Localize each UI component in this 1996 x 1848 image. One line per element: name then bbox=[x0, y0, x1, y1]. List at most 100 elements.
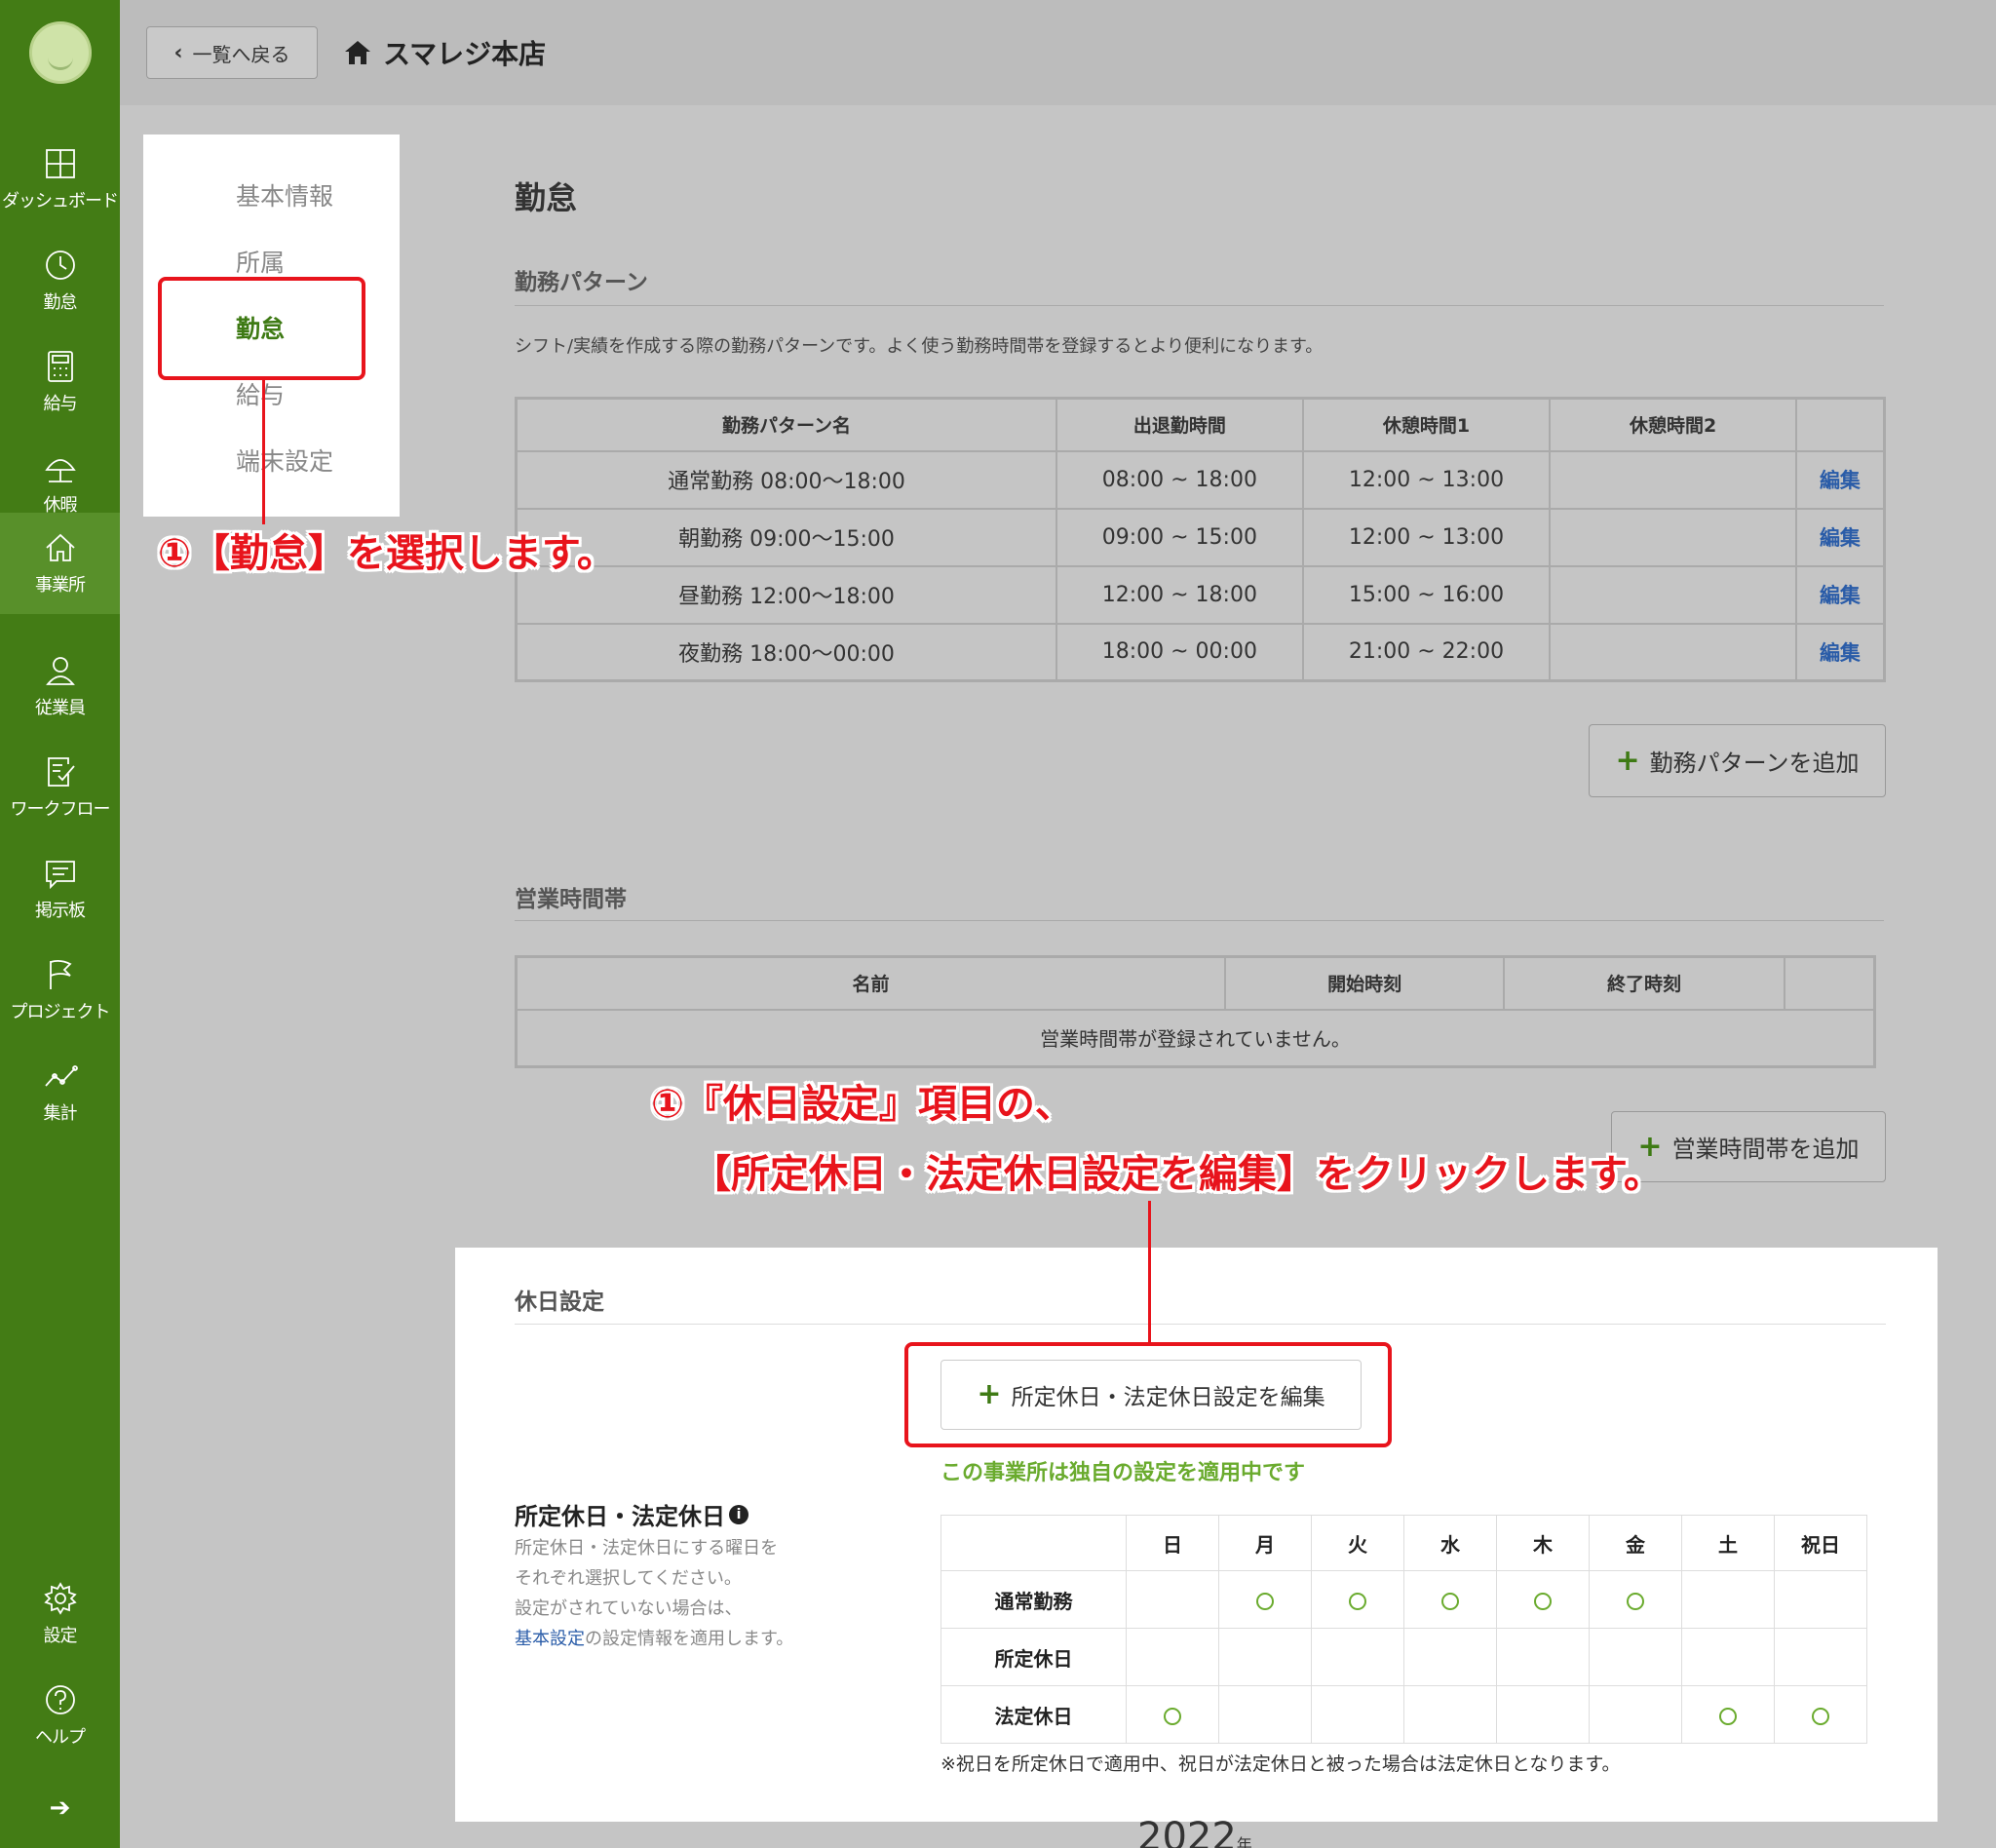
day-cell bbox=[1496, 1685, 1590, 1744]
column-header bbox=[1794, 397, 1886, 452]
circle-mark-icon bbox=[1441, 1592, 1459, 1610]
home-icon bbox=[345, 41, 370, 64]
column-header: 休憩時間2 bbox=[1549, 397, 1797, 452]
nav-settings[interactable]: 設定 bbox=[0, 1563, 120, 1665]
submenu-affiliation[interactable]: 所属 bbox=[236, 244, 285, 279]
home-icon bbox=[45, 533, 75, 561]
column-header: 休憩時間1 bbox=[1301, 397, 1552, 452]
edit-link[interactable]: 編集 bbox=[1820, 526, 1861, 550]
holiday-desc-line: 所定休日・法定休日にする曜日を bbox=[515, 1538, 779, 1559]
sidebar: ダッシュボード 勤怠 給与 休暇 事業所 従業員 ワークフロー 掲示板 プロジェ… bbox=[0, 0, 120, 1848]
table-row: 所定休日 bbox=[940, 1628, 1867, 1686]
nav-dashboard[interactable]: ダッシュボード bbox=[0, 129, 120, 230]
calculator-icon bbox=[47, 351, 73, 382]
column-header: 金 bbox=[1589, 1515, 1682, 1571]
edit-link[interactable]: 編集 bbox=[1820, 584, 1861, 607]
nav-payroll[interactable]: 給与 bbox=[0, 331, 120, 433]
nav-analytics[interactable]: 集計 bbox=[0, 1041, 120, 1142]
nav-help[interactable]: ヘルプ bbox=[0, 1665, 120, 1766]
holiday-desc-tail: の設定情報を適用します。 bbox=[585, 1629, 794, 1649]
day-cell bbox=[1589, 1685, 1682, 1744]
year-suffix: 年 bbox=[1236, 1835, 1252, 1848]
table-header-row: 勤務パターン名 出退勤時間 休憩時間1 休憩時間2 bbox=[515, 397, 1886, 452]
circle-mark-icon bbox=[1719, 1707, 1737, 1725]
work-pattern-description: シフト/実績を作成する際の勤務パターンです。よく使う勤務時間帯を登録するとより便… bbox=[515, 336, 1324, 357]
break-2 bbox=[1549, 622, 1797, 682]
circle-mark-icon bbox=[1349, 1592, 1366, 1610]
annotation-holiday-line1: ①『休日設定』項目の、 bbox=[651, 1082, 1074, 1127]
edit-link[interactable]: 編集 bbox=[1820, 641, 1861, 665]
divider bbox=[515, 1324, 1886, 1325]
table-row: 昼勤務 12:00〜18:00 12:00 ~ 18:00 15:00 ~ 16… bbox=[515, 564, 1886, 625]
back-button-label: 一覧へ戻る bbox=[192, 42, 290, 66]
pattern-name: 通常勤務 08:00〜18:00 bbox=[515, 449, 1058, 510]
edit-link[interactable]: 編集 bbox=[1820, 469, 1861, 492]
day-cell bbox=[1496, 1628, 1590, 1686]
nav-project[interactable]: プロジェクト bbox=[0, 940, 120, 1041]
divider bbox=[515, 305, 1884, 306]
submenu-terminal-settings[interactable]: 端末設定 bbox=[236, 443, 333, 478]
avatar[interactable] bbox=[29, 21, 92, 84]
nav-office[interactable]: 事業所 bbox=[0, 513, 120, 614]
break-1: 12:00 ~ 13:00 bbox=[1301, 507, 1552, 567]
table-row: 法定休日 bbox=[940, 1685, 1867, 1744]
day-cell bbox=[1311, 1628, 1404, 1686]
day-cell bbox=[1126, 1628, 1219, 1686]
nav-label: 掲示板 bbox=[35, 901, 86, 921]
add-work-pattern-button[interactable]: + 勤務パターンを追加 bbox=[1589, 724, 1886, 797]
button-label: 営業時間帯を追加 bbox=[1671, 1136, 1860, 1163]
annotation-holiday-line2: 【所定休日・法定休日設定を編集】をクリックします。 bbox=[692, 1152, 1663, 1197]
pattern-name: 夜勤務 18:00〜00:00 bbox=[515, 622, 1058, 682]
person-icon bbox=[45, 657, 75, 685]
nav-label: ヘルプ bbox=[35, 1727, 86, 1748]
break-2 bbox=[1549, 507, 1797, 567]
holiday-label-text: 所定休日・法定休日 bbox=[515, 1503, 725, 1530]
expand-arrow-icon[interactable]: ➔ bbox=[0, 1793, 120, 1823]
holiday-footnote: ※祝日を所定休日で適用中、祝日が法定休日と被った場合は法定休日となります。 bbox=[940, 1753, 1621, 1775]
break-1: 15:00 ~ 16:00 bbox=[1301, 564, 1552, 625]
basic-settings-link[interactable]: 基本設定 bbox=[515, 1629, 585, 1649]
nav-workflow[interactable]: ワークフロー bbox=[0, 737, 120, 838]
day-cell bbox=[1218, 1570, 1312, 1629]
nav-label: 事業所 bbox=[35, 575, 86, 596]
submenu-basic-info[interactable]: 基本情報 bbox=[236, 177, 333, 212]
day-cell bbox=[1311, 1570, 1404, 1629]
nav-label: 給与 bbox=[43, 394, 78, 414]
back-to-list-button[interactable]: ‹ 一覧へ戻る bbox=[146, 26, 318, 79]
umbrella-icon bbox=[44, 459, 76, 482]
break-1: 21:00 ~ 22:00 bbox=[1301, 622, 1552, 682]
day-cell bbox=[1681, 1685, 1775, 1744]
holiday-desc-line: 設定がされていない場合は、 bbox=[515, 1598, 743, 1619]
day-cell bbox=[1774, 1570, 1867, 1629]
holiday-table: 日 月 火 水 木 金 土 祝日 通常勤務 所定休日 法定休日 bbox=[940, 1515, 1867, 1744]
table-header-row: 日 月 火 水 木 金 土 祝日 bbox=[940, 1515, 1867, 1571]
work-hours: 08:00 ~ 18:00 bbox=[1056, 449, 1304, 510]
work-hours: 12:00 ~ 18:00 bbox=[1056, 564, 1304, 625]
chart-icon bbox=[44, 1065, 78, 1087]
day-cell bbox=[1403, 1685, 1497, 1744]
holiday-label: 所定休日・法定休日 i bbox=[515, 1497, 748, 1531]
day-cell bbox=[1681, 1570, 1775, 1629]
break-1: 12:00 ~ 13:00 bbox=[1301, 449, 1552, 510]
column-header: 終了時刻 bbox=[1503, 955, 1785, 1011]
nav-employees[interactable]: 従業員 bbox=[0, 635, 120, 737]
nav-board[interactable]: 掲示板 bbox=[0, 838, 120, 940]
row-label: 法定休日 bbox=[940, 1685, 1127, 1744]
nav-attendance[interactable]: 勤怠 bbox=[0, 230, 120, 331]
year-value: 2022 bbox=[1137, 1815, 1237, 1848]
submenu-payroll[interactable]: 給与 bbox=[236, 376, 285, 411]
nav-label: 勤怠 bbox=[43, 292, 78, 313]
column-header: 月 bbox=[1218, 1515, 1312, 1571]
column-header: 勤務パターン名 bbox=[515, 397, 1058, 452]
column-header: 土 bbox=[1681, 1515, 1775, 1571]
column-header: 祝日 bbox=[1774, 1515, 1867, 1571]
table-header-row: 名前 開始時刻 終了時刻 bbox=[515, 955, 1876, 1011]
info-icon[interactable]: i bbox=[729, 1504, 748, 1524]
nav-label: プロジェクト bbox=[10, 1002, 111, 1022]
day-cell bbox=[1311, 1685, 1404, 1744]
work-hours: 09:00 ~ 15:00 bbox=[1056, 507, 1304, 567]
circle-mark-icon bbox=[1627, 1592, 1644, 1610]
custom-setting-note: この事業所は独自の設定を適用中です bbox=[940, 1461, 1306, 1485]
circle-mark-icon bbox=[1164, 1707, 1181, 1725]
day-cell bbox=[1681, 1628, 1775, 1686]
